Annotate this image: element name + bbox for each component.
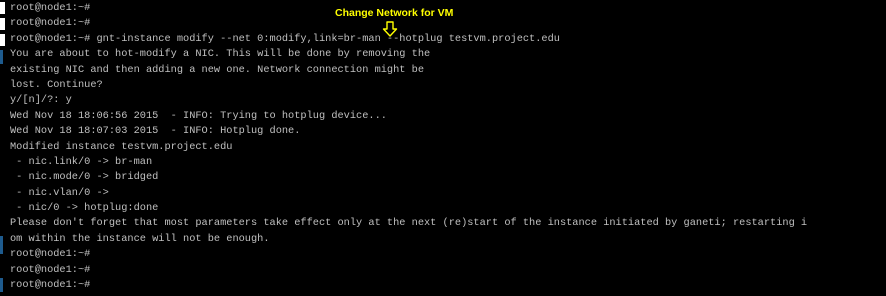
terminal-prompt-line: root@node1:~# (10, 263, 91, 276)
terminal-command-line: root@node1:~# gnt-instance modify --net … (10, 32, 560, 45)
terminal-prompt-line: root@node1:~# (10, 279, 91, 292)
terminal-line: - nic.link/0 -> br-man (10, 155, 153, 168)
selection-marker (0, 34, 5, 46)
selection-marker (0, 18, 5, 30)
gutter-marker (0, 236, 3, 254)
terminal-line: lost. Continue? (10, 78, 103, 91)
terminal-line: Please don't forget that most parameters… (10, 217, 808, 230)
terminal-prompt-line: root@node1:~# (10, 248, 91, 261)
selection-marker (0, 2, 5, 14)
terminal-line: Modified instance testvm.project.edu (10, 140, 233, 153)
terminal-output[interactable]: root@node1:~# root@node1:~# root@node1:~… (10, 1, 807, 293)
terminal-window[interactable]: root@node1:~# root@node1:~# root@node1:~… (0, 0, 886, 296)
annotation-title: Change Network for VM (335, 7, 454, 19)
gutter-marker (0, 50, 3, 64)
terminal-line: Wed Nov 18 18:06:56 2015 - INFO: Trying … (10, 109, 387, 122)
terminal-line: - nic.mode/0 -> bridged (10, 171, 159, 184)
gutter-marker (0, 278, 3, 292)
terminal-line: om within the instance will not be enoug… (10, 232, 270, 245)
terminal-left-gutter (0, 0, 6, 296)
down-arrow-icon (382, 21, 398, 37)
terminal-line: y/[n]/?: y (10, 94, 72, 107)
terminal-line: Wed Nov 18 18:07:03 2015 - INFO: Hotplug… (10, 125, 301, 138)
terminal-line: - nic/0 -> hotplug:done (10, 202, 159, 215)
terminal-line: You are about to hot-modify a NIC. This … (10, 48, 431, 61)
terminal-line: - nic.vlan/0 -> (10, 186, 109, 199)
terminal-line: existing NIC and then adding a new one. … (10, 63, 425, 76)
